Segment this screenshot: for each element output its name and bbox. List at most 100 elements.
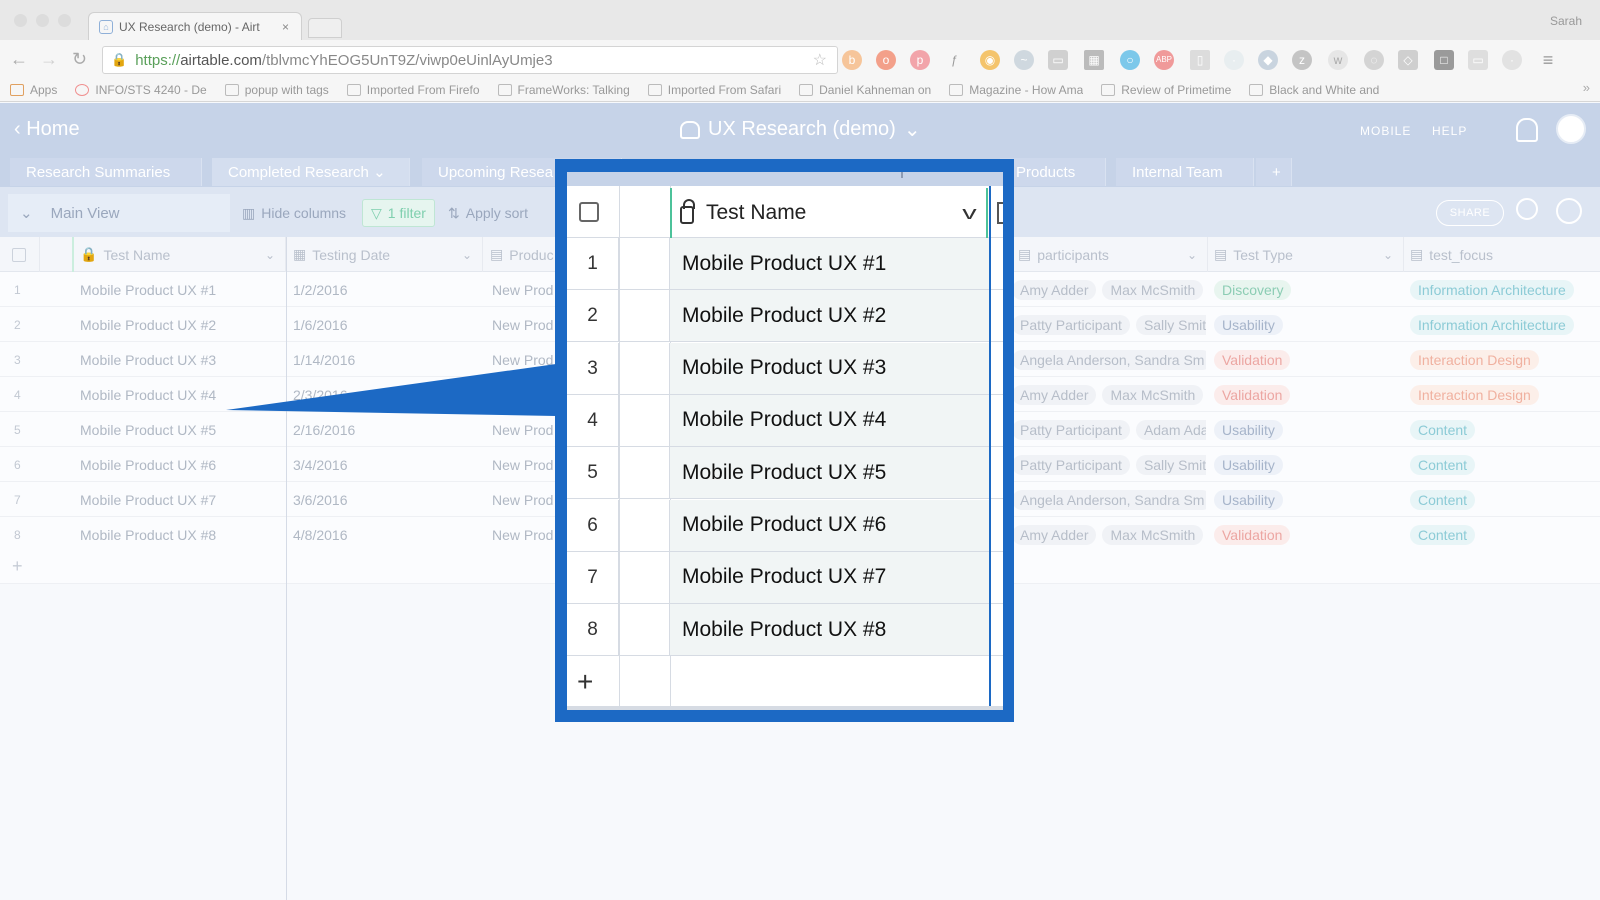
zoom-cell-test-name[interactable]: Mobile Product UX #4 — [670, 394, 990, 446]
zoom-select-all-checkbox[interactable] — [579, 202, 599, 222]
home-link[interactable]: ‹ Home — [14, 118, 80, 141]
tab-completed-research[interactable]: Completed Research ⌄ — [212, 158, 410, 186]
cell-test-name[interactable]: Mobile Product UX #5 — [80, 412, 280, 447]
zoom-cell-test-name[interactable]: Mobile Product UX #8 — [670, 604, 990, 656]
zoom-table-row[interactable]: 8 Mobile Product UX #8 — [567, 604, 1003, 657]
film-extension-icon[interactable]: ▦ — [1084, 50, 1104, 70]
sort-button[interactable]: ⇅ Apply sort — [448, 199, 528, 227]
browser-tab[interactable]: ⌂ UX Research (demo) - Airt × — [88, 12, 302, 40]
tab-close-icon[interactable]: × — [282, 20, 289, 34]
cell-test-focus[interactable]: Content — [1410, 447, 1600, 482]
zoom-table-row[interactable]: 1 Mobile Product UX #1 — [567, 238, 1003, 290]
cell-product[interactable]: New Prod — [492, 482, 556, 517]
cell-product[interactable]: New Prod — [492, 447, 556, 482]
cell-test-focus[interactable]: Interaction Design — [1410, 342, 1600, 377]
cell-testing-date[interactable]: 1/6/2016 — [293, 307, 479, 342]
cell-test-focus[interactable]: Information Architecture — [1410, 272, 1600, 307]
cell-product[interactable]: New Prod — [492, 517, 556, 552]
extension-dot-icon[interactable]: · — [1502, 50, 1522, 70]
document-extension-icon[interactable]: ▯ — [1190, 50, 1210, 70]
window-minimize-button[interactable] — [36, 14, 49, 27]
cell-participants[interactable]: Amy Adder Max McSmith — [1012, 517, 1206, 552]
cell-test-name[interactable]: Mobile Product UX #8 — [80, 517, 280, 552]
cast-icon[interactable]: ▭ — [1048, 50, 1068, 70]
zoom-table-row[interactable]: 3 Mobile Product UX #3 — [567, 342, 1003, 395]
cell-test-focus[interactable]: Interaction Design — [1410, 377, 1600, 412]
dropbox-icon[interactable]: ◆ — [1258, 50, 1278, 70]
back-arrow-icon[interactable]: ← — [10, 49, 28, 70]
zoom-table-row[interactable]: 5 Mobile Product UX #5 — [567, 447, 1003, 500]
cell-test-focus[interactable]: Content — [1410, 482, 1600, 517]
window-close-button[interactable] — [14, 14, 27, 27]
view-switcher[interactable]: ⌄ Main View — [8, 194, 230, 232]
column-header-participants[interactable]: ▤ participants ⌄ — [1012, 237, 1208, 272]
zoom-table-row[interactable]: 4 Mobile Product UX #4 — [567, 394, 1003, 447]
extension-wave-icon[interactable]: ~ — [1014, 50, 1034, 70]
cell-test-focus[interactable]: Content — [1410, 517, 1600, 552]
cell-test-name[interactable]: Mobile Product UX #3 — [80, 342, 280, 377]
cell-product[interactable]: New Prod — [492, 272, 556, 307]
zoom-row-expand-area[interactable] — [619, 551, 670, 604]
bookmark-info-sts[interactable]: INFO/STS 4240 - De — [75, 83, 207, 97]
cell-testing-date[interactable]: 2/3/2016 — [293, 377, 479, 412]
bookmark-kahneman[interactable]: Daniel Kahneman on — [799, 83, 931, 97]
cell-testing-date[interactable]: 4/8/2016 — [293, 517, 479, 552]
extension-w-icon[interactable]: w — [1328, 50, 1348, 70]
zoom-row-expand-area[interactable] — [619, 499, 670, 552]
bookmark-black-white[interactable]: Black and White and — [1249, 83, 1379, 97]
select-all-checkbox[interactable] — [0, 237, 40, 272]
cell-test-type[interactable]: Validation — [1214, 342, 1402, 377]
extension-opera-icon[interactable]: o — [876, 50, 896, 70]
bookmark-apps[interactable]: Apps — [10, 83, 57, 97]
adblock-icon[interactable]: ABP — [1154, 50, 1174, 70]
cell-participants[interactable]: Patty Participant Sally Smitl — [1012, 307, 1206, 342]
hide-columns-button[interactable]: ▥ Hide columns — [242, 199, 346, 227]
bookmark-imported-firefox[interactable]: Imported From Firefo — [346, 83, 480, 97]
cell-test-focus[interactable]: Information Architecture — [1410, 307, 1600, 342]
cell-testing-date[interactable]: 3/6/2016 — [293, 482, 479, 517]
bookmarks-overflow-icon[interactable]: » — [1583, 80, 1590, 95]
zoom-row-expand-area[interactable] — [619, 447, 670, 500]
extension-b-icon[interactable]: b — [842, 50, 862, 70]
zoom-row-expand-area[interactable] — [619, 290, 670, 343]
browser-profile-name[interactable]: Sarah — [1550, 14, 1582, 28]
bookmark-magazine[interactable]: Magazine - How Ama — [949, 83, 1083, 97]
cell-participants[interactable]: Amy Adder Max McSmith — [1012, 377, 1206, 412]
bookmark-popup-tags[interactable]: popup with tags — [224, 83, 329, 97]
extension-z-icon[interactable]: z — [1292, 50, 1312, 70]
cell-test-name[interactable]: Mobile Product UX #2 — [80, 307, 280, 342]
zoom-cell-test-name[interactable]: Mobile Product UX #2 — [670, 290, 990, 342]
bookmark-star-icon[interactable]: ☆ — [813, 50, 827, 70]
cell-test-type[interactable]: Usability — [1214, 307, 1402, 342]
cell-product[interactable]: New Prod — [492, 412, 556, 447]
cell-test-type[interactable]: Validation — [1214, 377, 1402, 412]
cell-test-type[interactable]: Discovery — [1214, 272, 1402, 307]
cell-testing-date[interactable]: 1/2/2016 — [293, 272, 479, 307]
zoom-table-row[interactable]: 2 Mobile Product UX #2 — [567, 290, 1003, 343]
search-icon[interactable] — [1516, 198, 1538, 220]
reload-icon[interactable]: ↻ — [72, 49, 87, 70]
mobile-link[interactable]: MOBILE — [1360, 124, 1411, 138]
zoom-cell-test-name[interactable]: Mobile Product UX #7 — [670, 551, 990, 603]
cell-participants[interactable]: Patty Participant Sally Smitl — [1012, 447, 1206, 482]
avatar[interactable] — [1556, 114, 1586, 144]
cell-product[interactable] — [492, 377, 556, 412]
column-header-product[interactable]: ▤ Produc — [484, 237, 564, 272]
extension-square-icon[interactable]: □ — [1434, 50, 1454, 70]
tab-internal-team[interactable]: Internal Team — [1116, 158, 1254, 186]
base-title[interactable]: UX Research (demo) ⌄ — [680, 117, 921, 142]
cell-test-type[interactable]: Usability — [1214, 482, 1402, 517]
help-link[interactable]: HELP — [1432, 124, 1467, 138]
zoom-row-expand-area[interactable] — [619, 604, 670, 657]
cell-test-type[interactable]: Usability — [1214, 447, 1402, 482]
zoom-column-header-test-name[interactable]: Test Name v — [670, 188, 988, 238]
add-row-button[interactable]: + — [12, 556, 23, 577]
browser-menu-icon[interactable]: ≡ — [1538, 50, 1558, 70]
cell-product[interactable]: New Prod — [492, 307, 556, 342]
cell-test-name[interactable]: Mobile Product UX #7 — [80, 482, 280, 517]
extension-cube-icon[interactable]: ◇ — [1398, 50, 1418, 70]
forward-arrow-icon[interactable]: → — [40, 49, 58, 70]
bookmark-primetime[interactable]: Review of Primetime — [1101, 83, 1231, 97]
zoom-cell-test-name[interactable]: Mobile Product UX #3 — [670, 342, 990, 394]
cell-testing-date[interactable]: 1/14/2016 — [293, 342, 479, 377]
